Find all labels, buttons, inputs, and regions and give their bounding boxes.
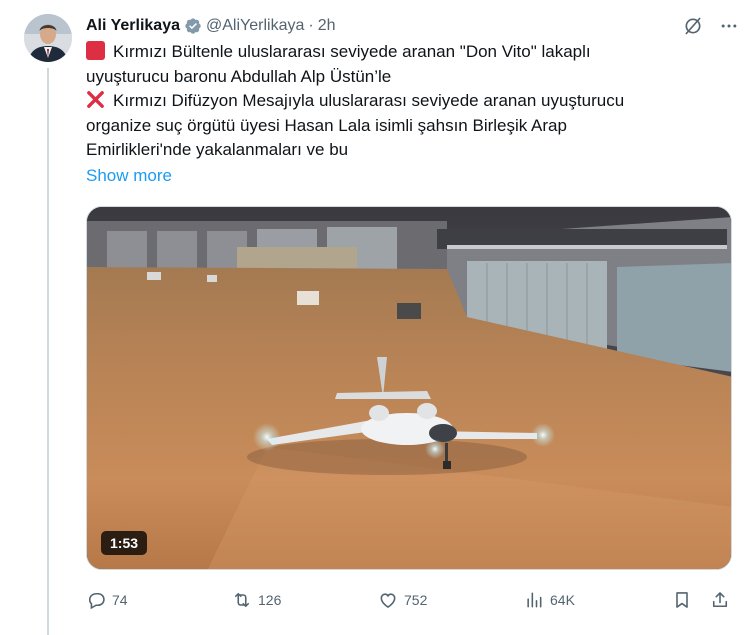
like-icon: [380, 593, 396, 609]
tweet-header: Ali Yerlikaya @AliYerlikaya · 2h: [86, 14, 740, 38]
bookmark-button[interactable]: [672, 586, 692, 614]
avatar[interactable]: [24, 14, 72, 62]
thread-line: [47, 68, 49, 635]
video-player[interactable]: 1:53: [86, 206, 732, 570]
tweet-time[interactable]: 2h: [318, 17, 336, 35]
video-thumbnail: [87, 207, 731, 569]
tweet-text: Kırmızı Bültenle uluslararası seviyede a…: [86, 40, 726, 163]
share-button[interactable]: [710, 586, 730, 614]
avatar-image: [24, 14, 72, 62]
reply-count: 74: [112, 592, 128, 608]
views-button[interactable]: 64K: [524, 586, 575, 614]
tweet-line: Emirlikleri'nde yakalanmaları ve bu: [86, 140, 349, 159]
views-icon: [527, 592, 542, 608]
reply-button[interactable]: 74: [86, 586, 128, 614]
share-icon: [712, 592, 728, 608]
bookmark-icon: [676, 592, 688, 608]
action-bar: 74 126 752 64K: [86, 586, 732, 614]
author-name[interactable]: Ali Yerlikaya: [86, 17, 180, 35]
tweet-line: Kırmızı Bültenle uluslararası seviyede a…: [86, 40, 726, 65]
red-square-icon: [86, 41, 105, 60]
like-button[interactable]: 752: [378, 586, 427, 614]
tweet-line: organize suç örgütü üyesi Hasan Lala isi…: [86, 115, 567, 135]
red-cross-icon: [87, 91, 104, 108]
retweet-button[interactable]: 126: [232, 586, 281, 614]
show-more-link[interactable]: Show more: [86, 166, 172, 186]
author-handle[interactable]: @AliYerlikaya: [206, 17, 304, 35]
verified-badge-icon: [185, 18, 201, 34]
tweet-line: Kırmızı Difüzyon Mesajıyla uluslararası …: [86, 89, 726, 114]
retweet-count: 126: [258, 592, 282, 608]
video-duration: 1:53: [101, 531, 148, 555]
reply-icon: [88, 592, 105, 610]
more-icon[interactable]: [718, 15, 740, 37]
tweet-line: uyuşturucu baronu Abdullah Alp Üstün’le: [86, 66, 392, 86]
separator-dot: ·: [308, 17, 314, 34]
retweet-icon: [234, 592, 250, 608]
views-count: 64K: [550, 592, 575, 608]
grok-icon[interactable]: [682, 15, 704, 37]
like-count: 752: [404, 592, 428, 608]
